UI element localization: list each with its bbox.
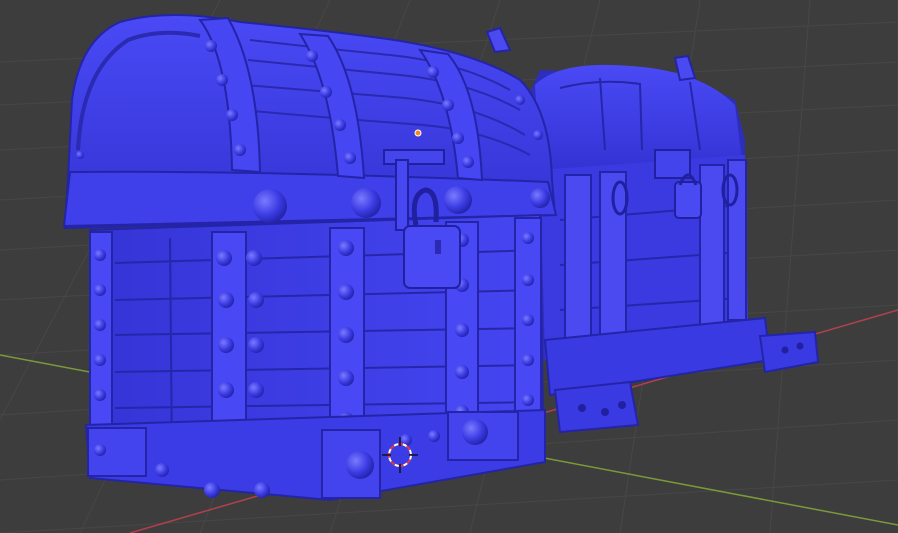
origin-dot-icon[interactable] [414, 129, 422, 137]
3d-viewport[interactable] [0, 0, 898, 533]
back-chest-base [543, 316, 820, 434]
treasure-chest-front[interactable] [62, 14, 558, 502]
